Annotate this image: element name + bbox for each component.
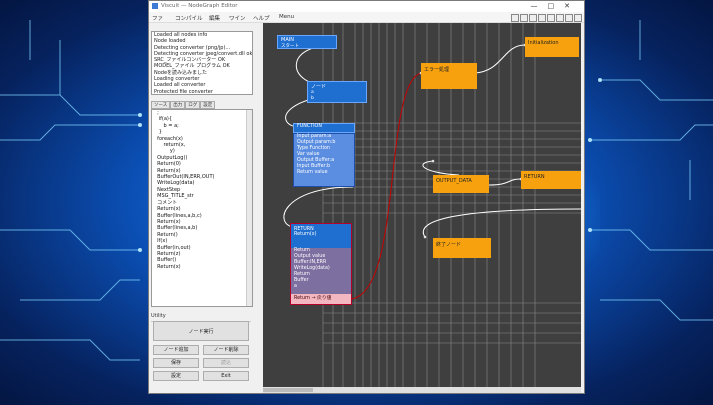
node-output-data[interactable]: OUTPUT_DATA <box>433 175 489 193</box>
node-title: RETURN <box>524 174 545 180</box>
toolbar-icons <box>510 14 582 22</box>
node-title: 終了ノード <box>436 242 462 248</box>
node-subtitle: Return(x) <box>294 232 317 237</box>
connector-wire <box>474 44 526 74</box>
app-window: Viscuit — NodeGraph Editor —□✕ ファ コンパイル … <box>148 0 585 394</box>
settings-icon[interactable] <box>574 14 582 22</box>
node-graph-canvas[interactable]: MAIN スタート ノード a b FUNCTION Input param:a… <box>263 23 581 387</box>
connector-wire <box>488 178 522 186</box>
save-button[interactable]: 保存 <box>153 358 199 368</box>
undo-icon[interactable] <box>556 14 564 22</box>
tab-settings[interactable]: 設定 <box>200 101 216 109</box>
window-controls[interactable]: —□✕ <box>531 2 581 10</box>
node-title: FUNCTION <box>293 123 355 133</box>
add-node-button[interactable]: ノード追加 <box>153 345 199 355</box>
node-body: Input param:a Output param:b Type Functi… <box>293 133 355 187</box>
message-log[interactable]: Loaded all nodes info Node loaded Detect… <box>151 31 253 95</box>
node-title: RETURN <box>294 227 314 232</box>
settings-button[interactable]: 設定 <box>153 371 199 381</box>
grid-icon[interactable] <box>520 14 528 22</box>
code-editor[interactable]: ; if(a){ b = a; } foreach(x) return(x, y… <box>151 109 253 307</box>
redo-icon[interactable] <box>565 14 573 22</box>
node-mid[interactable]: ノード a b <box>307 81 367 103</box>
node-end[interactable]: 終了ノード <box>433 238 491 258</box>
menu-compile[interactable]: コンパイル <box>175 14 203 22</box>
node-title: OUTPUT_DATA <box>436 178 472 184</box>
menu-help[interactable]: ヘルプ <box>253 14 270 22</box>
code-line: Return(x) <box>154 263 181 270</box>
app-icon <box>152 3 158 9</box>
node-row: a <box>294 284 297 289</box>
tab-log[interactable]: ログ <box>185 101 201 109</box>
menu-file[interactable]: ファ <box>152 14 163 22</box>
load-button[interactable]: 読込 <box>203 358 249 368</box>
node-header: RETURN Return(x) <box>291 224 351 248</box>
zoom-icon[interactable] <box>511 14 519 22</box>
code-scrollbar[interactable] <box>246 110 252 306</box>
node-row: a <box>311 90 314 95</box>
tab-source[interactable]: ソース <box>151 101 171 109</box>
exit-button[interactable]: Exit <box>203 371 249 381</box>
node-body: Return Output value Buffer:IN,ERR WriteL… <box>291 248 351 294</box>
delete-node-button[interactable]: ノード削除 <box>203 345 249 355</box>
log-line: Protected file converter <box>154 88 213 95</box>
node-error[interactable]: エラー処理 <box>421 63 477 89</box>
maximize-button[interactable]: □ <box>548 2 565 10</box>
editor-tabs: ソース 出力 ログ 設定 <box>151 101 251 109</box>
window-title: Viscuit — NodeGraph Editor <box>161 3 238 9</box>
node-title: エラー処理 <box>424 67 450 73</box>
node-init[interactable]: Initialization <box>525 37 579 57</box>
node-subtitle: スタート <box>281 44 299 49</box>
node-title: Initialization <box>528 40 559 46</box>
copy-icon[interactable] <box>538 14 546 22</box>
minimize-button[interactable]: — <box>531 2 548 10</box>
node-function[interactable]: FUNCTION Input param:a Output param:b Ty… <box>293 123 355 187</box>
align-icon[interactable] <box>529 14 537 22</box>
connector-wire-red <box>350 72 422 300</box>
tab-output[interactable]: 出力 <box>170 101 186 109</box>
connector-wire <box>283 186 354 228</box>
close-button[interactable]: ✕ <box>564 2 580 10</box>
node-return-orange[interactable]: RETURN <box>521 171 581 189</box>
left-panel: Loaded all nodes info Node loaded Detect… <box>151 25 253 393</box>
menu-edit[interactable]: 編集 <box>209 14 220 22</box>
run-node-button[interactable]: ノード実行 <box>153 321 249 341</box>
node-main[interactable]: MAIN スタート <box>277 35 337 49</box>
node-return[interactable]: RETURN Return(x) Return Output value Buf… <box>290 223 352 305</box>
scroll-thumb[interactable] <box>263 388 313 392</box>
paste-icon[interactable] <box>547 14 555 22</box>
node-footer: Return → 戻り値 <box>291 294 351 304</box>
canvas-horizontal-scrollbar[interactable] <box>263 387 581 393</box>
connector-wire <box>295 44 336 86</box>
node-row: Return value <box>297 170 328 175</box>
menu-extra[interactable]: Menu <box>279 14 294 20</box>
menu-window[interactable]: ワイン <box>229 14 246 22</box>
node-row: b <box>311 96 314 101</box>
menu-bar: ファ コンパイル 編集 ワイン ヘルプ Menu <box>149 12 584 23</box>
node-title: ノード <box>311 84 327 90</box>
